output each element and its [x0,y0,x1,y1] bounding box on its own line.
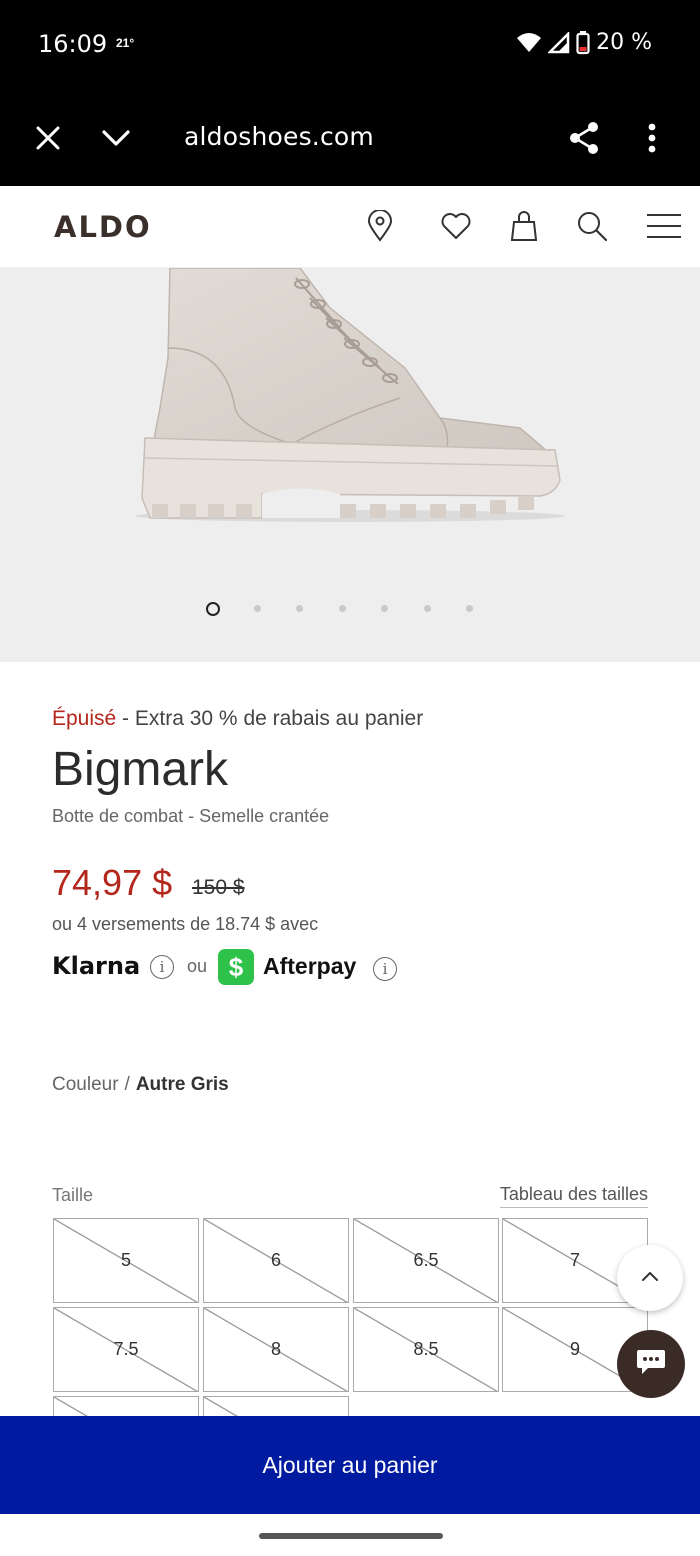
browser-toolbar: aldoshoes.com [0,92,700,186]
product-subtitle: Botte de combat - Semelle crantée [52,806,330,826]
size-option-label: 8.5 [413,1339,439,1359]
status-right: 20 % [516,30,652,55]
size-option[interactable]: 6.5 [353,1218,499,1303]
size-label: Taille [52,1185,94,1205]
color-separator: / [124,1074,130,1095]
chat-bubble-icon [636,1348,666,1381]
app-screen: 16:09 21° 20 % aldoshoes.com ALDO Épuisé… [0,0,700,1556]
promo-text: Extra 30 % de rabais au panier [134,707,424,730]
battery-percent: 20 % [596,30,652,55]
share-icon[interactable] [562,116,606,160]
or-text: ou [187,956,208,976]
promo-separator: - [116,707,135,730]
color-label: Couleur [52,1074,119,1095]
heart-icon[interactable] [434,204,478,248]
installments-text: ou 4 versements de 18.74 $ avec [52,914,319,934]
carousel-dot[interactable] [296,605,303,612]
status-bar: 16:09 21° 20 % [0,0,700,92]
size-option-label: 7.5 [113,1339,139,1359]
size-option[interactable]: 5 [53,1218,199,1303]
carousel-dot[interactable] [424,605,431,612]
color-value: Autre Gris [135,1074,229,1095]
size-option-label: 9 [569,1339,580,1359]
size-option[interactable]: 8.5 [353,1307,499,1392]
size-option[interactable]: 6 [203,1218,349,1303]
chevron-down-icon[interactable] [94,116,138,160]
product-name: Bigmark [52,743,229,796]
promo-line: Épuisé - Extra 30 % de rabais au panier [52,707,423,731]
size-option[interactable]: 7.5 [53,1307,199,1392]
size-option-label: 5 [120,1250,131,1270]
site-header: ALDO [0,186,700,268]
original-price: 150 $ [192,876,245,899]
afterpay-info-icon[interactable]: i [373,957,397,981]
carousel-dot[interactable] [254,605,261,612]
status-time: 16:09 [38,30,108,58]
boot-image [135,268,565,522]
size-option-label: 6.5 [413,1250,439,1270]
afterpay-label: Afterpay [263,953,357,979]
chat-button[interactable] [617,1330,685,1398]
klarna-logo: Klarna [52,952,141,980]
close-icon[interactable] [26,116,70,160]
size-option-label: 7 [569,1250,580,1270]
url-text[interactable]: aldoshoes.com [184,122,374,151]
size-option-label: 6 [270,1250,281,1270]
scroll-to-top-button[interactable] [617,1245,683,1311]
more-vert-icon[interactable] [630,116,674,160]
store-locator-icon[interactable] [358,204,402,248]
color-row: Couleur / Autre Gris [52,1074,229,1096]
wifi-icon [516,32,542,54]
bag-icon[interactable] [502,204,546,248]
aldo-logo[interactable]: ALDO [54,210,152,244]
size-option-label: 8 [270,1339,281,1359]
system-nav-bar [0,1514,700,1556]
afterpay-logo-icon: $ [218,949,254,985]
chevron-up-icon [641,1269,659,1287]
carousel-dot[interactable] [339,605,346,612]
sale-price: 74,97 $ [52,862,173,903]
carousel-dot[interactable] [466,605,473,612]
cell-signal-icon [548,31,570,54]
menu-icon[interactable] [642,204,686,248]
klarna-info-icon[interactable]: i [150,955,174,979]
stock-status: Épuisé [52,707,117,730]
add-to-cart-button[interactable]: Ajouter au panier [0,1416,700,1514]
status-temperature: 21° [116,36,135,50]
home-gesture-handle[interactable] [259,1533,443,1539]
size-option[interactable]: 8 [203,1307,349,1392]
product-image-carousel[interactable] [0,268,700,662]
carousel-dot[interactable] [381,605,388,612]
battery-icon [576,30,590,55]
size-chart-link[interactable]: Tableau des tailles [499,1184,648,1208]
search-icon[interactable] [570,204,614,248]
carousel-dot-active[interactable] [206,602,220,616]
